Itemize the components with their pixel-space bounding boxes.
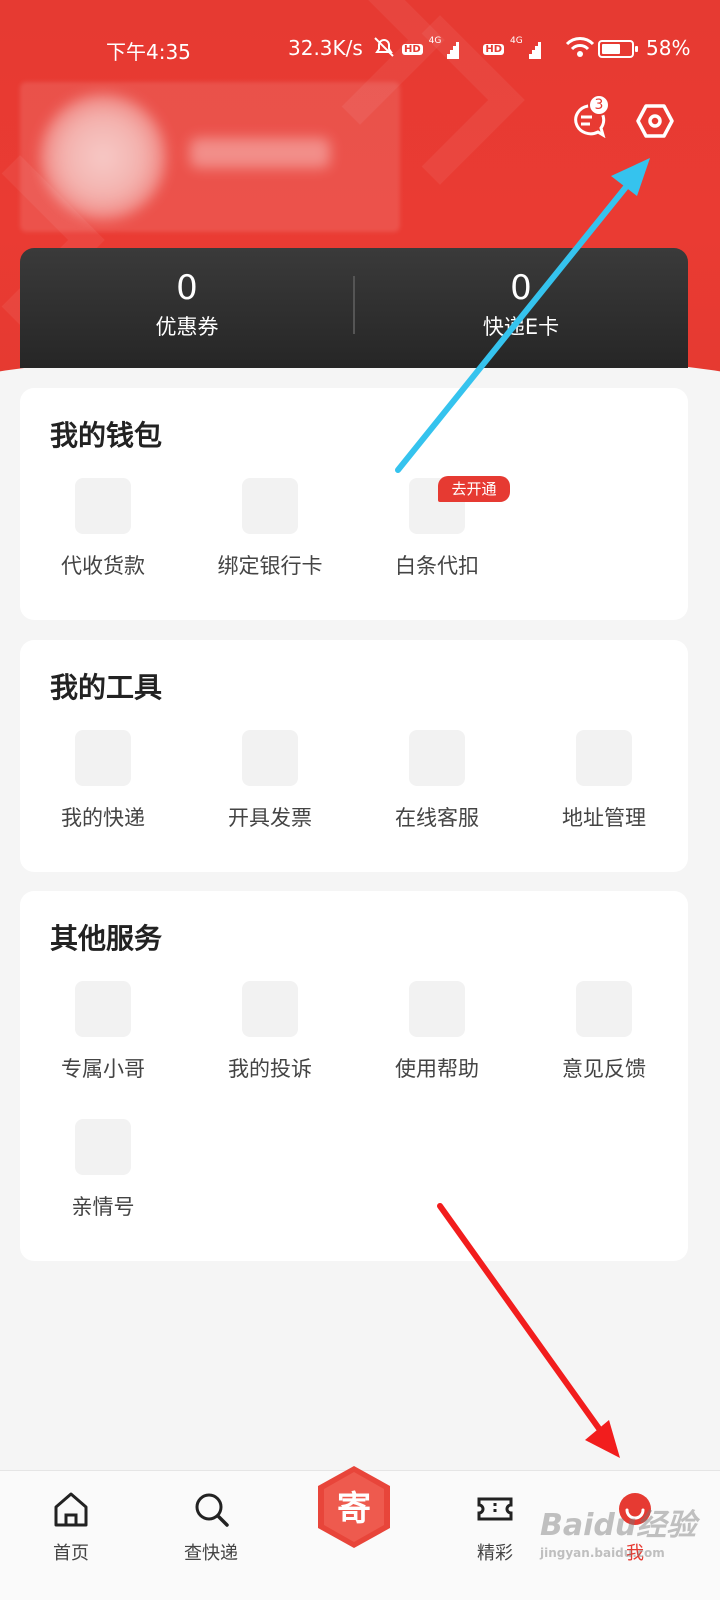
watermark-url: jingyan.baidu.com [540, 1546, 665, 1560]
invoice-icon [242, 730, 298, 786]
coupon-stat[interactable]: 0 优惠券 [20, 266, 354, 342]
family-number-item[interactable]: 亲情号 [20, 1119, 186, 1221]
ecard-stat[interactable]: 0 快递E卡 [354, 266, 688, 342]
avatar[interactable] [40, 94, 166, 220]
my-express-item[interactable]: 我的快递 [20, 730, 186, 832]
feedback-item[interactable]: 意见反馈 [521, 981, 687, 1083]
dedicated-courier-item[interactable]: 专属小哥 [20, 981, 186, 1083]
invoice-item[interactable]: 开具发票 [187, 730, 353, 832]
signal-icon [528, 40, 559, 59]
bind-bank-card-item[interactable]: 绑定银行卡 [187, 478, 353, 580]
help-item[interactable]: 使用帮助 [354, 981, 520, 1083]
message-badge: 3 [588, 94, 610, 116]
activate-tag[interactable]: 去开通 [438, 476, 510, 502]
ecard-count: 0 [510, 268, 532, 308]
watermark-brand: Baidu经验 [540, 1508, 697, 1543]
item-label: 代收货款 [61, 554, 145, 578]
status-bar: 下午4:35 32.3K/s HD 4G HD 4G 58% [0, 34, 720, 68]
nav-highlights[interactable]: 精彩 [450, 1489, 540, 1565]
item-label: 绑定银行卡 [217, 554, 323, 578]
online-service-item[interactable]: 在线客服 [354, 730, 520, 832]
settings-button[interactable] [636, 102, 674, 140]
stats-card: 0 优惠券 0 快递E卡 [20, 248, 688, 368]
item-label: 白条代扣 [395, 554, 479, 578]
signal-icon [447, 40, 477, 59]
coupon-label: 优惠券 [155, 315, 219, 339]
battery-percent: 58% [646, 36, 691, 60]
nav-label: 精彩 [477, 1543, 513, 1564]
network-type: 4G [510, 35, 523, 46]
wifi-icon [565, 36, 595, 63]
cod-payment-icon [75, 478, 131, 534]
user-profile[interactable] [20, 82, 400, 232]
family-icon [75, 1119, 131, 1175]
feedback-icon [576, 981, 632, 1037]
ticket-icon [477, 1497, 513, 1521]
user-name [190, 138, 330, 168]
my-complaint-item[interactable]: 我的投诉 [187, 981, 353, 1083]
customer-service-icon [409, 730, 465, 786]
bank-card-icon [242, 478, 298, 534]
item-label: 意见反馈 [562, 1057, 646, 1081]
courier-icon [75, 981, 131, 1037]
network-type: 4G [428, 35, 442, 46]
wallet-section: 我的钱包 代收货款 绑定银行卡 白条代扣 [20, 388, 688, 620]
watermark: Baidu经验 jingyan.baidu.com [540, 1500, 696, 1560]
item-label: 地址管理 [562, 806, 646, 830]
settings-icon [636, 104, 674, 138]
complaint-icon [242, 981, 298, 1037]
address-manage-item[interactable]: 地址管理 [521, 730, 687, 832]
express-icon [75, 730, 131, 786]
item-label: 使用帮助 [395, 1057, 479, 1081]
nav-label: 查快递 [184, 1543, 238, 1564]
hd-badge: HD [483, 43, 505, 55]
network-speed: 32.3K/s [288, 36, 363, 60]
help-icon [409, 981, 465, 1037]
item-label: 在线客服 [395, 806, 479, 830]
cod-payment-item[interactable]: 代收货款 [20, 478, 186, 580]
wallet-title: 我的钱包 [50, 419, 163, 452]
coupon-count: 0 [176, 268, 198, 308]
other-services-title: 其他服务 [50, 922, 163, 955]
other-services-section: 其他服务 专属小哥 我的投诉 使用帮助 意见反馈 亲情号 [20, 891, 688, 1261]
status-time: 下午4:35 [106, 40, 191, 64]
mute-bell-icon [372, 36, 396, 63]
address-icon [576, 730, 632, 786]
item-label: 我的投诉 [228, 1057, 312, 1081]
battery-icon [598, 40, 638, 58]
send-icon: 寄 [318, 1466, 390, 1548]
ecard-label: 快递E卡 [482, 315, 560, 339]
search-icon [195, 1493, 229, 1527]
hd-badge: HD [402, 43, 423, 55]
tools-title: 我的工具 [50, 671, 163, 704]
tools-section: 我的工具 我的快递 开具发票 在线客服 地址管理 [20, 640, 688, 872]
annotation-arrow-red-head [585, 1420, 620, 1458]
nav-home[interactable]: 首页 [26, 1489, 116, 1565]
nav-track[interactable]: 查快递 [166, 1489, 256, 1565]
send-label: 寄 [337, 1489, 371, 1529]
nav-label: 首页 [53, 1543, 89, 1564]
home-icon [54, 1492, 88, 1527]
item-label: 亲情号 [71, 1195, 135, 1219]
send-button[interactable]: 寄 [314, 1464, 394, 1550]
item-label: 专属小哥 [61, 1057, 145, 1081]
item-label: 开具发票 [228, 806, 312, 830]
item-label: 我的快递 [61, 806, 145, 830]
status-icons: HD 4G HD 4G [372, 34, 595, 64]
